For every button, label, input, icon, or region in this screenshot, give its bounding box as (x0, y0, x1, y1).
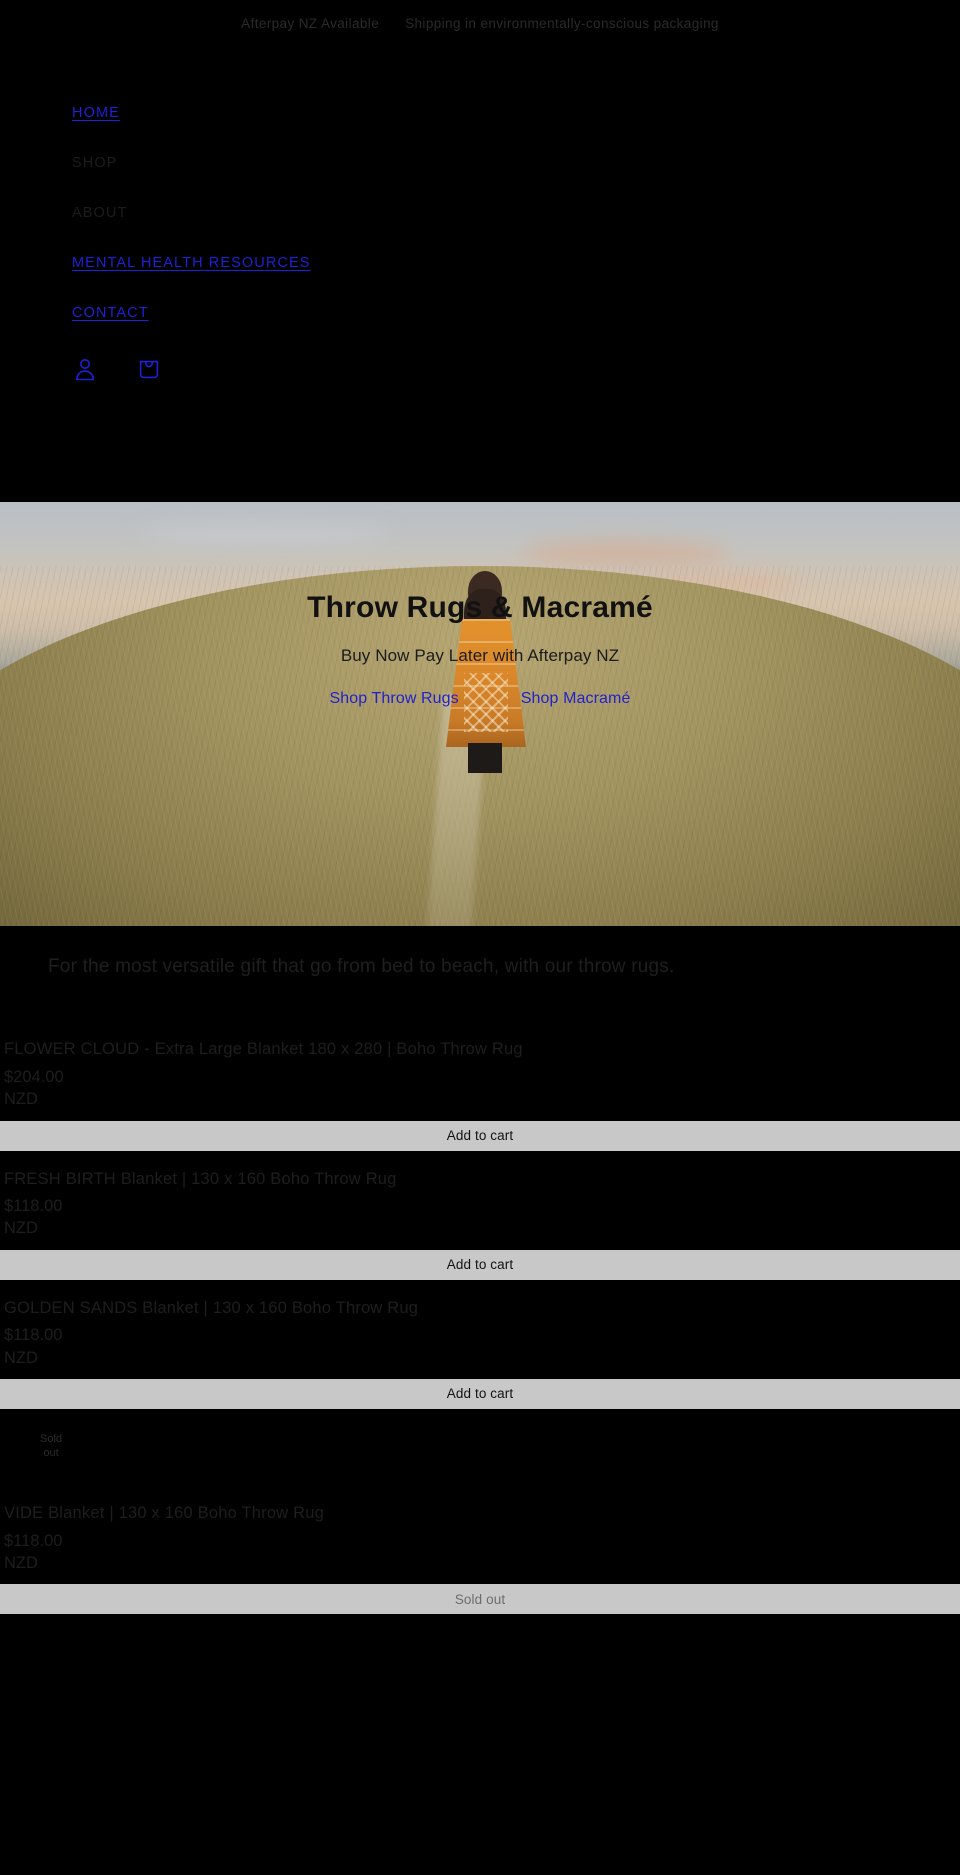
nav-link-contact[interactable]: CONTACT (72, 305, 149, 321)
nav-link-home[interactable]: HOME (72, 105, 120, 121)
product-title[interactable]: VIDE Blanket | 130 x 160 Boho Throw Rug (0, 1495, 960, 1530)
product-price-currency: NZD (4, 1090, 38, 1109)
nav-item-contact[interactable]: CONTACT (72, 304, 960, 322)
product-image[interactable] (0, 1150, 960, 1161)
hero-title: Throw Rugs & Macramé (307, 591, 653, 624)
product-card[interactable]: FRESH BIRTH Blanket | 130 x 160 Boho Thr… (0, 1150, 960, 1280)
nav-item-mental-health-resources[interactable]: MENTAL HEALTH RESOURCES (72, 254, 960, 272)
hero-button-group: Shop Throw Rugs Shop Macramé (330, 690, 631, 708)
shop-macrame-button[interactable]: Shop Macramé (521, 690, 631, 708)
product-card[interactable]: Sold out VIDE Blanket | 130 x 160 Boho T… (0, 1408, 960, 1615)
product-price: $118.00 NZD (0, 1530, 960, 1585)
product-title[interactable]: FLOWER CLOUD - Extra Large Blanket 180 x… (0, 1031, 960, 1066)
hero-content: Throw Rugs & Macramé Buy Now Pay Later w… (0, 502, 960, 926)
account-button[interactable] (70, 354, 100, 384)
product-price-currency: NZD (4, 1553, 38, 1572)
nav-link-about[interactable]: ABOUT (72, 205, 127, 221)
header-icon-group (0, 354, 960, 384)
hero-subtitle: Buy Now Pay Later with Afterpay NZ (340, 646, 620, 665)
announcement-item-shipping: Shipping in environmentally-conscious pa… (405, 15, 719, 31)
product-title[interactable]: FRESH BIRTH Blanket | 130 x 160 Boho Thr… (0, 1161, 960, 1196)
nav-link-shop[interactable]: SHOP (72, 155, 118, 171)
add-to-cart-button[interactable]: Add to cart (0, 1249, 960, 1280)
announcement-bar: Afterpay NZ Available Shipping in enviro… (0, 0, 960, 46)
product-price-amount: $118.00 (4, 1531, 63, 1550)
rich-text-paragraph: For the most versatile gift that go from… (48, 956, 675, 977)
product-image[interactable] (0, 1021, 960, 1032)
product-image[interactable] (0, 1279, 960, 1290)
product-card[interactable]: FLOWER CLOUD - Extra Large Blanket 180 x… (0, 1021, 960, 1151)
cart-button[interactable] (134, 354, 164, 384)
product-price: $204.00 NZD (0, 1066, 960, 1121)
sold-out-button: Sold out (0, 1584, 960, 1615)
announcement-item-afterpay: Afterpay NZ Available (241, 15, 380, 31)
product-price-amount: $118.00 (4, 1326, 63, 1345)
product-price: $118.00 NZD (0, 1324, 960, 1379)
nav-item-home[interactable]: HOME (72, 104, 960, 122)
site-header: HOME SHOP ABOUT MENTAL HEALTH RESOURCES … (0, 46, 960, 502)
add-to-cart-button[interactable]: Add to cart (0, 1120, 960, 1151)
product-price-currency: NZD (4, 1348, 38, 1367)
account-person-icon (74, 357, 96, 381)
hero-banner: Throw Rugs & Macramé Buy Now Pay Later w… (0, 502, 960, 926)
product-title[interactable]: GOLDEN SANDS Blanket | 130 x 160 Boho Th… (0, 1290, 960, 1325)
rich-text-section: For the most versatile gift that go from… (0, 926, 960, 1022)
product-price-amount: $204.00 (4, 1068, 64, 1087)
product-price-amount: $118.00 (4, 1197, 63, 1216)
nav-item-shop[interactable]: SHOP (72, 154, 960, 172)
sold-out-badge: Sold out (39, 1432, 63, 1459)
main-navigation: HOME SHOP ABOUT MENTAL HEALTH RESOURCES … (0, 104, 960, 322)
nav-link-mental-health-resources[interactable]: MENTAL HEALTH RESOURCES (72, 255, 311, 271)
add-to-cart-button[interactable]: Add to cart (0, 1378, 960, 1409)
shopping-bag-icon (137, 357, 161, 381)
product-image[interactable]: Sold out (0, 1408, 960, 1495)
product-card[interactable]: GOLDEN SANDS Blanket | 130 x 160 Boho Th… (0, 1279, 960, 1409)
product-price-currency: NZD (4, 1219, 38, 1238)
product-price: $118.00 NZD (0, 1195, 960, 1250)
featured-products-list: FLOWER CLOUD - Extra Large Blanket 180 x… (0, 1021, 960, 1615)
shop-throw-rugs-button[interactable]: Shop Throw Rugs (330, 690, 459, 708)
nav-item-about[interactable]: ABOUT (72, 204, 960, 222)
